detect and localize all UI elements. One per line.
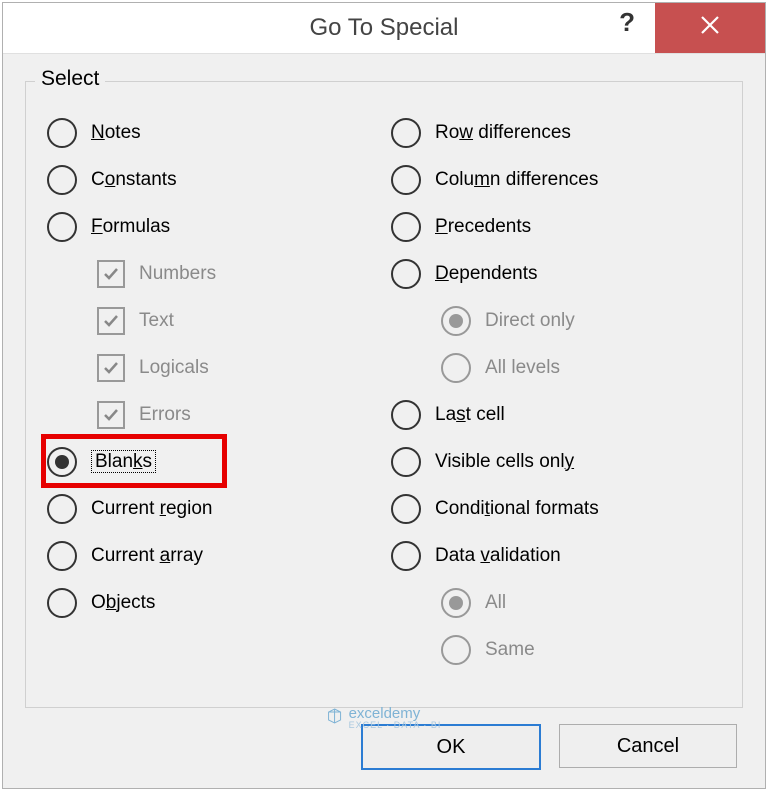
option-visible-cells[interactable]: Visible cells only xyxy=(391,438,735,485)
label: All levels xyxy=(485,357,560,379)
label: Objects xyxy=(91,592,155,614)
left-column: Notes Constants Formulas Numbers Text Lo… xyxy=(47,109,391,673)
right-column: Row differences Column differences Prece… xyxy=(391,109,735,673)
checkbox-icon xyxy=(97,307,125,335)
radio-icon xyxy=(47,494,77,524)
radio-icon xyxy=(441,306,471,336)
label: Current region xyxy=(91,498,212,520)
checkbox-icon xyxy=(97,354,125,382)
radio-icon xyxy=(47,165,77,195)
label: Same xyxy=(485,639,535,661)
option-numbers: Numbers xyxy=(47,250,391,297)
option-same: Same xyxy=(391,626,735,673)
goto-special-dialog: Go To Special ? Select Notes Constants F… xyxy=(2,2,766,789)
option-current-region[interactable]: Current region xyxy=(47,485,391,532)
radio-icon xyxy=(47,118,77,148)
option-all: All xyxy=(391,579,735,626)
radio-icon xyxy=(391,212,421,242)
label: Logicals xyxy=(139,357,209,379)
option-errors: Errors xyxy=(47,391,391,438)
option-formulas[interactable]: Formulas xyxy=(47,203,391,250)
radio-icon xyxy=(391,400,421,430)
checkbox-icon xyxy=(97,401,125,429)
label: Current array xyxy=(91,545,203,567)
radio-icon xyxy=(47,541,77,571)
close-button[interactable] xyxy=(655,3,765,53)
option-blanks[interactable]: Blanks xyxy=(47,438,391,485)
button-row: OK Cancel xyxy=(361,724,737,770)
option-constants[interactable]: Constants xyxy=(47,156,391,203)
option-column-differences[interactable]: Column differences xyxy=(391,156,735,203)
option-precedents[interactable]: Precedents xyxy=(391,203,735,250)
option-all-levels: All levels xyxy=(391,344,735,391)
close-icon xyxy=(699,14,721,42)
radio-icon xyxy=(47,447,77,477)
dialog-title: Go To Special xyxy=(310,14,459,42)
option-direct-only: Direct only xyxy=(391,297,735,344)
option-objects[interactable]: Objects xyxy=(47,579,391,626)
radio-icon xyxy=(391,494,421,524)
label: Conditional formats xyxy=(435,498,599,520)
radio-icon xyxy=(391,447,421,477)
option-data-validation[interactable]: Data validation xyxy=(391,532,735,579)
radio-icon xyxy=(441,635,471,665)
radio-icon xyxy=(391,118,421,148)
radio-icon xyxy=(391,259,421,289)
help-icon[interactable]: ? xyxy=(619,7,635,38)
label: Notes xyxy=(91,122,141,144)
option-last-cell[interactable]: Last cell xyxy=(391,391,735,438)
option-text: Text xyxy=(47,297,391,344)
label: Precedents xyxy=(435,216,531,238)
label: Formulas xyxy=(91,216,170,238)
label: Blanks xyxy=(91,451,156,473)
option-dependents[interactable]: Dependents xyxy=(391,250,735,297)
label: All xyxy=(485,592,506,614)
checkbox-icon xyxy=(97,260,125,288)
radio-icon xyxy=(441,353,471,383)
label: Last cell xyxy=(435,404,505,426)
option-logicals: Logicals xyxy=(47,344,391,391)
label: Visible cells only xyxy=(435,451,574,473)
option-notes[interactable]: Notes xyxy=(47,109,391,156)
label: Constants xyxy=(91,169,177,191)
titlebar: Go To Special ? xyxy=(3,3,765,54)
cube-icon xyxy=(327,708,343,728)
label: Direct only xyxy=(485,310,575,332)
watermark-brand: exceldemy xyxy=(349,706,442,721)
radio-icon xyxy=(47,588,77,618)
label: Data validation xyxy=(435,545,561,567)
label: Errors xyxy=(139,404,191,426)
cancel-button[interactable]: Cancel xyxy=(559,724,737,768)
label: Dependents xyxy=(435,263,537,285)
radio-icon xyxy=(441,588,471,618)
label: Numbers xyxy=(139,263,216,285)
label: Column differences xyxy=(435,169,598,191)
radio-icon xyxy=(47,212,77,242)
option-conditional-formats[interactable]: Conditional formats xyxy=(391,485,735,532)
group-label: Select xyxy=(35,67,105,91)
ok-button[interactable]: OK xyxy=(361,724,541,770)
radio-icon xyxy=(391,165,421,195)
label: Row differences xyxy=(435,122,571,144)
option-row-differences[interactable]: Row differences xyxy=(391,109,735,156)
label: Text xyxy=(139,310,174,332)
option-current-array[interactable]: Current array xyxy=(47,532,391,579)
options-columns: Notes Constants Formulas Numbers Text Lo… xyxy=(47,109,735,673)
radio-icon xyxy=(391,541,421,571)
